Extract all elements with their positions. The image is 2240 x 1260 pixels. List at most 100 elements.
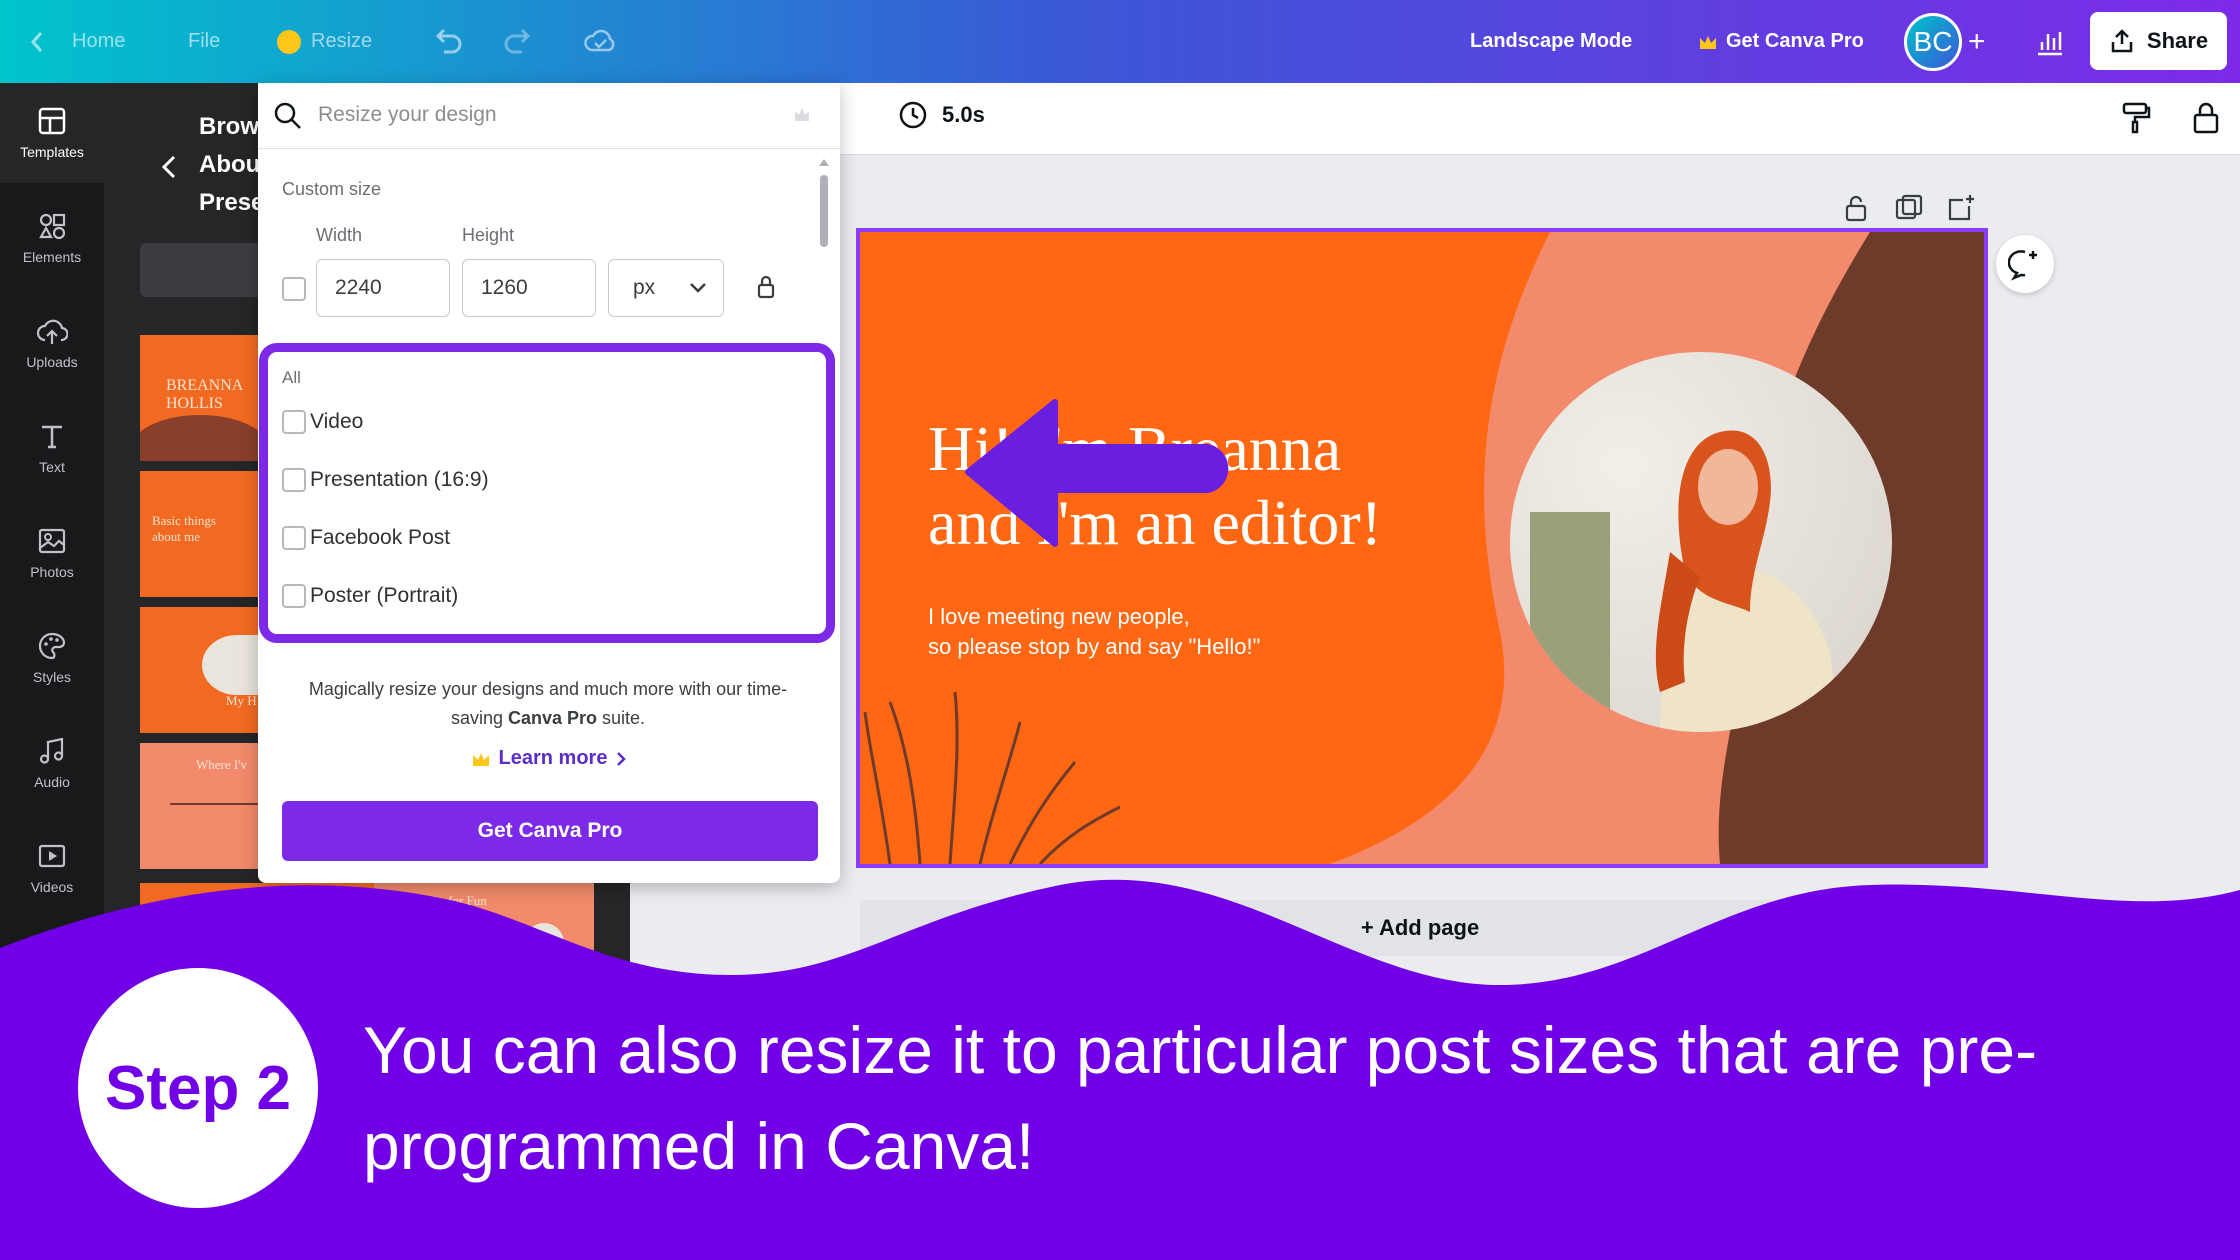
left-rail: Templates Elements Uploads Text Photos S… (0, 83, 104, 983)
photos-icon (38, 528, 66, 554)
add-comment-button[interactable] (1996, 235, 2054, 293)
chevron-down-icon (690, 283, 706, 293)
avatar[interactable]: BC (1904, 13, 1962, 71)
popup-scrollbar-thumb[interactable] (820, 175, 828, 247)
rail-item-uploads[interactable]: Uploads (0, 293, 104, 393)
template-thumbnail[interactable]: BREANNA HOLLIS (140, 335, 265, 461)
thumbnail-title: My H (226, 693, 257, 708)
rail-label: Photos (30, 564, 74, 580)
rail-label: Text (39, 459, 65, 475)
resize-menu[interactable]: Resize (277, 0, 372, 83)
insights-chart-icon[interactable] (2032, 24, 2068, 60)
rail-label: Videos (30, 879, 74, 895)
aspect-lock-icon[interactable] (752, 273, 780, 301)
add-collaborator-icon[interactable]: + (1968, 0, 1986, 83)
pro-crown-icon (795, 108, 809, 121)
add-page-button[interactable]: + Add page (860, 900, 1980, 956)
share-label: Share (2146, 28, 2209, 53)
get-canva-pro-label: Get Canva Pro (1726, 30, 1864, 52)
thumbnail-title: Basic things about me (152, 513, 216, 544)
context-toolbar (840, 83, 2240, 155)
custom-size-checkbox[interactable] (282, 277, 306, 301)
uploads-icon (36, 319, 68, 344)
resize-search-input[interactable]: Resize your design (318, 103, 497, 127)
thumbnail-title: BREANNA HOLLIS (166, 377, 243, 412)
share-upload-icon (2111, 29, 2133, 53)
promo-text-brand: Canva Pro (507, 708, 598, 728)
resize-popup: Resize your design Custom size Width Hei… (258, 83, 840, 883)
rail-item-styles[interactable]: Styles (0, 608, 104, 708)
template-thumbnail[interactable]: Basic things about me (140, 471, 265, 597)
step-badge: Step 2 (78, 968, 318, 1208)
learn-more-link[interactable]: Learn more (258, 747, 840, 770)
get-canva-pro-link[interactable]: Get Canva Pro (1698, 0, 1864, 83)
rail-item-elements[interactable]: Elements (0, 188, 104, 288)
text-icon (42, 425, 62, 449)
landscape-mode-title[interactable]: Landscape Mode (1470, 0, 1632, 83)
rail-item-text[interactable]: Text (0, 398, 104, 498)
video-checkbox[interactable] (282, 410, 306, 434)
crown-icon (472, 752, 489, 766)
chevron-right-icon (617, 751, 627, 766)
back-chevron-icon[interactable] (28, 0, 46, 83)
custom-size-label: Custom size (282, 179, 382, 199)
page-duration[interactable]: 5.0s (898, 100, 985, 130)
slide-selection-frame (856, 228, 1988, 868)
preset-facebook-post[interactable]: Facebook Post (310, 526, 450, 550)
facebook-post-checkbox[interactable] (282, 526, 306, 550)
poster-portrait-checkbox[interactable] (282, 584, 306, 608)
panel-heading: Brow (199, 113, 259, 140)
height-input[interactable]: 1260 (462, 259, 596, 317)
paint-roller-icon[interactable] (2118, 100, 2154, 136)
template-thumbnail[interactable]: My H (140, 607, 265, 733)
presentation-checkbox[interactable] (282, 468, 306, 492)
share-button[interactable]: Share (2090, 12, 2227, 70)
rail-label: Styles (32, 669, 72, 685)
audio-icon (39, 737, 64, 764)
rail-item-photos[interactable]: Photos (0, 503, 104, 603)
redo-icon[interactable] (500, 24, 536, 60)
cloud-saved-icon[interactable] (582, 24, 618, 60)
unit-select[interactable]: px (608, 259, 724, 317)
resize-search-bar[interactable]: Resize your design (258, 83, 840, 149)
undo-icon[interactable] (430, 24, 466, 60)
top-bar: Home File Resize Landscape Mode Get Canv… (0, 0, 2240, 83)
panel-heading-line3: Prese (199, 189, 265, 216)
template-thumbnail[interactable]: Where I'v (140, 743, 265, 869)
preset-poster-portrait[interactable]: Poster (Portrait) (310, 584, 458, 608)
add-page-icon[interactable] (1945, 192, 1977, 224)
thumbnail-title: Where I'v (196, 757, 248, 772)
home-menu[interactable]: Home (72, 0, 125, 83)
comment-plus-icon (2008, 250, 2037, 281)
height-label: Height (462, 225, 515, 245)
preset-video[interactable]: Video (310, 410, 363, 434)
videos-icon (38, 844, 66, 868)
rail-label: Audio (34, 774, 70, 790)
get-canva-pro-button[interactable]: Get Canva Pro (282, 801, 818, 861)
rail-item-videos[interactable]: Videos (0, 818, 104, 918)
file-menu[interactable]: File (188, 0, 220, 83)
thumbnail-title: What I Do for Fun (390, 893, 487, 908)
duplicate-page-icon[interactable] (1893, 192, 1925, 224)
crown-icon (1700, 35, 1716, 49)
page-lock-icon[interactable] (1840, 192, 1872, 224)
scroll-up-arrow-icon[interactable] (818, 157, 830, 167)
rail-item-templates[interactable]: Templates (0, 83, 104, 183)
panel-back-icon[interactable] (158, 151, 180, 183)
all-presets-label: All (282, 368, 301, 387)
clock-icon (899, 101, 927, 129)
promo-text-c: suite. (597, 708, 646, 728)
lock-icon[interactable] (2188, 100, 2224, 136)
width-input[interactable]: 2240 (316, 259, 450, 317)
duration-value: 5.0s (942, 102, 985, 127)
elements-icon (39, 213, 66, 240)
width-label: Width (316, 225, 363, 245)
preset-size-list: All Video Presentation (16:9) Facebook P… (259, 343, 835, 643)
rail-label: Templates (20, 144, 84, 160)
learn-more-label: Learn more (498, 747, 608, 769)
rail-item-audio[interactable]: Audio (0, 713, 104, 813)
template-thumbnail[interactable]: What I Do for Fun (374, 883, 594, 1009)
templates-icon (38, 107, 66, 135)
preset-presentation[interactable]: Presentation (16:9) (310, 468, 489, 492)
styles-icon (38, 632, 66, 660)
